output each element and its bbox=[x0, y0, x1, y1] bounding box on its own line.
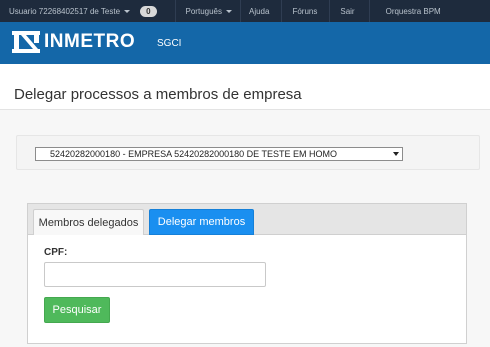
company-select[interactable]: 52420282000180 - EMPRESA 52420282000180 … bbox=[35, 147, 403, 161]
brand-bar: INMETRO SGCI bbox=[0, 22, 490, 64]
language-menu-label: Português bbox=[185, 6, 222, 16]
help-link[interactable]: Ajuda bbox=[241, 0, 283, 22]
chevron-down-icon bbox=[124, 9, 131, 13]
logout-link[interactable]: Sair bbox=[330, 0, 370, 22]
cpf-label: CPF: bbox=[44, 247, 68, 258]
bpm-link[interactable]: Orquestra BPM bbox=[370, 0, 449, 22]
forums-link[interactable]: Fóruns bbox=[282, 0, 331, 22]
top-navbar: Usuario 72268402517 de Teste 0 Português… bbox=[0, 0, 490, 22]
search-button[interactable]: Pesquisar bbox=[44, 297, 110, 323]
language-menu[interactable]: Português bbox=[176, 0, 241, 22]
system-name[interactable]: SGCI bbox=[157, 38, 181, 49]
logo-text: INMETRO bbox=[44, 31, 136, 52]
dropdown-arrow-icon bbox=[393, 152, 399, 156]
inmetro-logo-icon bbox=[12, 31, 40, 53]
chevron-down-icon bbox=[225, 9, 232, 13]
user-menu[interactable]: Usuario 72268402517 de Teste bbox=[0, 0, 136, 22]
company-select-value: 52420282000180 - EMPRESA 52420282000180 … bbox=[50, 149, 338, 159]
cpf-input[interactable] bbox=[44, 262, 266, 287]
inmetro-logo[interactable]: INMETRO bbox=[12, 31, 135, 53]
tab-strip: Membros delegados Delegar membros bbox=[28, 204, 466, 235]
tab-delegate-members[interactable]: Delegar membros bbox=[149, 209, 254, 235]
delegation-tab-panel: Membros delegados Delegar membros CPF: P… bbox=[27, 203, 467, 344]
company-select-panel: 52420282000180 - EMPRESA 52420282000180 … bbox=[16, 135, 480, 170]
page-header: Delegar processos a membros de empresa bbox=[0, 64, 490, 110]
user-menu-label: Usuario 72268402517 de Teste bbox=[9, 6, 121, 16]
notification-badge[interactable]: 0 bbox=[140, 5, 157, 17]
tab-delegated-members[interactable]: Membros delegados bbox=[33, 209, 144, 235]
page-title: Delegar processos a membros de empresa bbox=[14, 86, 302, 103]
